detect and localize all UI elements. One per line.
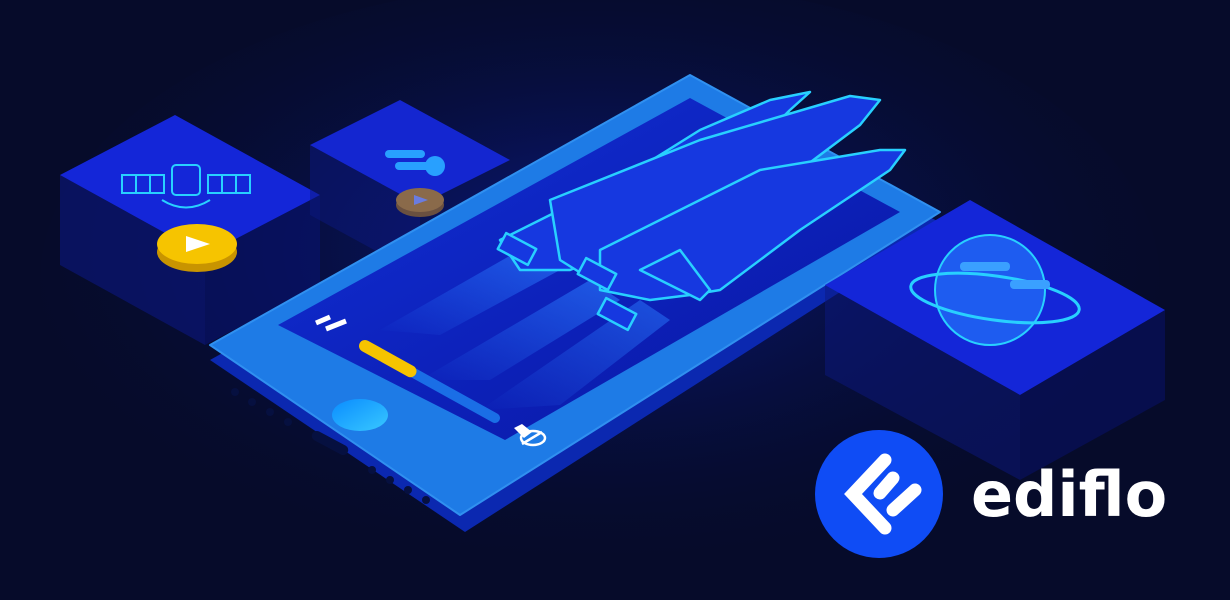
ediflo-logo-mark-icon — [815, 430, 943, 558]
home-button[interactable] — [332, 399, 388, 431]
banner: ediflo — [0, 0, 1230, 600]
brand-name: ediflo — [971, 457, 1168, 531]
brand-logo: ediflo — [815, 430, 1167, 558]
